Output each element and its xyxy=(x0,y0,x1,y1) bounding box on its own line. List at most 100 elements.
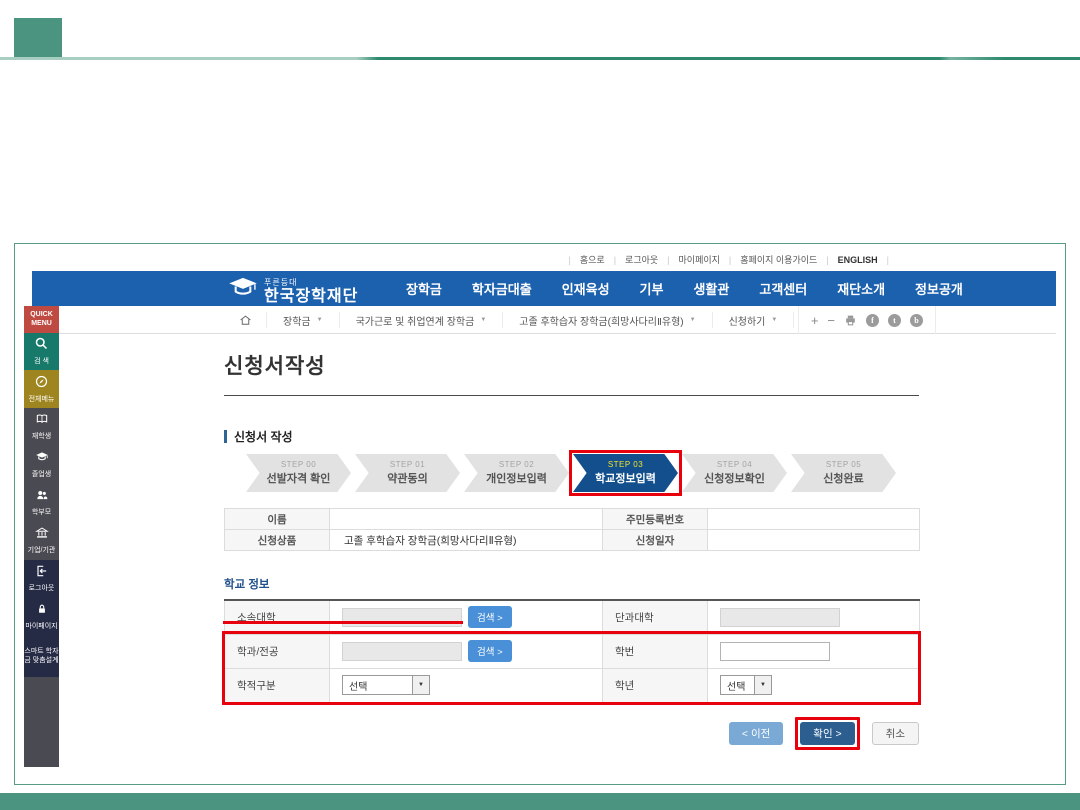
step-03-school-info-active[interactable]: STEP 03학교정보입력 xyxy=(573,454,678,492)
sidebar-item-label: 재학생 xyxy=(32,433,51,441)
sidebar-item-mypage[interactable]: 마이페이지 xyxy=(24,598,59,636)
step-number: STEP 02 xyxy=(499,460,534,469)
breadcrumb-bar: 장학금▼ 국가근로 및 취업연계 장학금▼ 고졸 후학습자 장학금(희망사다리Ⅱ… xyxy=(59,306,1056,334)
sidebar-item-smart-plan[interactable]: 스마트 학자금 맞춤설계 xyxy=(24,636,59,677)
step-wrap-annotated: STEP 03학교정보입력 xyxy=(573,454,678,492)
table-row: 이름 주민등록번호 xyxy=(225,509,920,530)
step-wrap: STEP 04신청정보확인 xyxy=(682,454,787,492)
step-indicator: STEP 00선발자격 확인 STEP 01약관동의 STEP 02개인정보입력… xyxy=(246,454,896,492)
date-label: 신청일자 xyxy=(603,530,708,551)
step-number: STEP 05 xyxy=(826,460,861,469)
step-wrap: STEP 00선발자격 확인 xyxy=(246,454,351,492)
college-input xyxy=(720,608,840,627)
sidebar-item-label: 전체메뉴 xyxy=(29,396,55,404)
nav-item-talent[interactable]: 인재육성 xyxy=(556,279,616,298)
name-value xyxy=(330,509,603,530)
home-icon[interactable] xyxy=(237,314,266,327)
sidebar-item-parents[interactable]: 학부모 xyxy=(24,484,59,522)
step-label: 선발자격 확인 xyxy=(267,470,331,486)
grade-select[interactable]: 선택▼ xyxy=(720,675,772,695)
nav-item-about[interactable]: 재단소개 xyxy=(831,279,891,298)
blog-icon[interactable]: b xyxy=(910,314,923,327)
nav-item-scholarship[interactable]: 장학금 xyxy=(400,279,448,298)
breadcrumb-label: 고졸 후학습자 장학금(희망사다리Ⅱ유형) xyxy=(519,313,683,328)
table-row: 소속대학 검색 > 단과대학 xyxy=(225,600,920,634)
facebook-icon[interactable]: f xyxy=(866,314,879,327)
link-english[interactable]: ENGLISH xyxy=(829,255,887,265)
page-corner-accent xyxy=(14,18,62,58)
breadcrumb-item-apply[interactable]: 신청하기▼ xyxy=(712,312,795,328)
page-top-divider xyxy=(0,57,1080,60)
breadcrumb-item-scholarship[interactable]: 장학금▼ xyxy=(266,312,339,328)
step-number: STEP 00 xyxy=(281,460,316,469)
main-navbar: 푸른등대 한국장학재단 장학금 학자금대출 인재육성 기부 생활관 고객센터 재… xyxy=(32,271,1056,306)
table-row: 학과/전공 검색 > 학번 xyxy=(225,634,920,668)
department-search-button[interactable]: 검색 > xyxy=(468,640,512,662)
university-label: 소속대학 xyxy=(225,600,330,634)
step-05-complete[interactable]: STEP 05신청완료 xyxy=(791,454,896,492)
step-00-eligibility[interactable]: STEP 00선발자격 확인 xyxy=(246,454,351,492)
logout-icon xyxy=(34,564,49,585)
chevron-down-icon: ▼ xyxy=(754,676,771,694)
nav-item-donation[interactable]: 기부 xyxy=(634,279,670,298)
nav-item-loan[interactable]: 학자금대출 xyxy=(466,279,538,298)
sidebar-item-all-menu[interactable]: 전체메뉴 xyxy=(24,370,59,408)
sidebar-item-corporations[interactable]: 기업/기관 xyxy=(24,522,59,560)
enroll-status-cell: 선택▼ xyxy=(330,668,603,702)
lock-icon xyxy=(35,602,49,623)
breadcrumb-item-work-study[interactable]: 국가근로 및 취업연계 장학금▼ xyxy=(339,312,503,328)
link-mypage[interactable]: 마이페이지 xyxy=(670,253,729,266)
step-label: 약관동의 xyxy=(387,470,427,486)
step-04-review[interactable]: STEP 04신청정보확인 xyxy=(682,454,787,492)
logo-name: 한국장학재단 xyxy=(264,288,358,305)
font-zoom-in-button[interactable]: + xyxy=(811,314,819,327)
select-value: 선택 xyxy=(343,678,367,693)
sidebar-item-label: 스마트 학자금 맞춤설계 xyxy=(24,648,59,665)
sidebar-item-enrolled-students[interactable]: 재학생 xyxy=(24,408,59,446)
sidebar-item-label: 졸업생 xyxy=(32,471,51,479)
title-divider xyxy=(224,395,919,396)
print-icon[interactable] xyxy=(844,314,857,327)
link-home[interactable]: 홈으로 xyxy=(571,253,614,266)
applicant-info-table: 이름 주민등록번호 신청상품 고졸 후학습자 장학금(희망사다리Ⅱ유형) 신청일… xyxy=(224,508,920,551)
section-accent-bar xyxy=(224,430,227,443)
sidebar-item-graduates[interactable]: 졸업생 xyxy=(24,446,59,484)
enroll-status-select[interactable]: 선택▼ xyxy=(342,675,430,695)
step-02-personal-info[interactable]: STEP 02개인정보입력 xyxy=(464,454,569,492)
student-number-input[interactable] xyxy=(720,642,830,661)
font-zoom-out-button[interactable]: − xyxy=(827,314,835,327)
sidebar-filler xyxy=(24,677,59,767)
sidebar-item-search[interactable]: 검 색 xyxy=(24,333,59,370)
breadcrumb-item-program[interactable]: 고졸 후학습자 장학금(희망사다리Ⅱ유형)▼ xyxy=(502,312,711,328)
university-input xyxy=(342,608,462,627)
breadcrumb: 장학금▼ 국가근로 및 취업연계 장학금▼ 고졸 후학습자 장학금(희망사다리Ⅱ… xyxy=(237,306,794,334)
browser-capture-frame: | 홈으로 | 로그아웃 | 마이페이지 | 홈페이지 이용가이드 | ENGL… xyxy=(14,243,1066,785)
chevron-down-icon: ▼ xyxy=(771,317,777,323)
chevron-down-icon: ▼ xyxy=(480,317,486,323)
rrn-label: 주민등록번호 xyxy=(603,509,708,530)
school-info-table: 소속대학 검색 > 단과대학 학과/전공 검색 > 학번 xyxy=(224,599,920,703)
department-label: 학과/전공 xyxy=(225,634,330,668)
nav-item-disclosure[interactable]: 정보공개 xyxy=(909,279,969,298)
bank-icon xyxy=(34,526,50,547)
step-01-terms[interactable]: STEP 01약관동의 xyxy=(355,454,460,492)
nav-item-customer-center[interactable]: 고객센터 xyxy=(753,279,813,298)
university-search-button[interactable]: 검색 > xyxy=(468,606,512,628)
quick-menu-sidebar: QUICK MENU 검 색 전체메뉴 재학생 졸업생 학부모 기업/기관 로그… xyxy=(24,306,59,767)
kosaf-logo[interactable]: 푸른등대 한국장학재단 xyxy=(228,276,358,305)
sidebar-item-label: 기업/기관 xyxy=(28,547,56,555)
confirm-button[interactable]: 확인 > xyxy=(800,722,854,745)
department-input xyxy=(342,642,462,661)
previous-button[interactable]: < 이전 xyxy=(729,722,783,745)
department-cell: 검색 > xyxy=(330,634,603,668)
nav-item-dormitory[interactable]: 생활관 xyxy=(687,279,735,298)
breadcrumb-label: 장학금 xyxy=(283,313,311,328)
utility-links: | 홈으로 | 로그아웃 | 마이페이지 | 홈페이지 이용가이드 | ENGL… xyxy=(569,253,889,266)
twitter-icon[interactable]: t xyxy=(888,314,901,327)
link-logout[interactable]: 로그아웃 xyxy=(616,253,667,266)
step-wrap: STEP 05신청완료 xyxy=(791,454,896,492)
link-guide[interactable]: 홈페이지 이용가이드 xyxy=(731,253,826,266)
cancel-button[interactable]: 취소 xyxy=(872,722,919,745)
sidebar-item-logout[interactable]: 로그아웃 xyxy=(24,560,59,598)
student-number-label: 학번 xyxy=(603,634,708,668)
